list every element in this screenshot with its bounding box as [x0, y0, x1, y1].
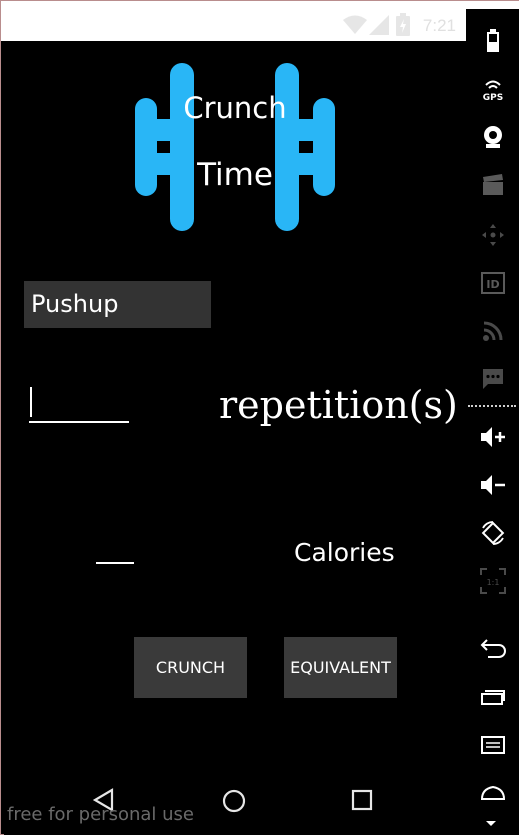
repetitions-input[interactable] [29, 385, 129, 423]
sidebar-scroll-indicator[interactable] [486, 821, 496, 826]
text-cursor [30, 387, 32, 417]
calories-label: Calories [294, 538, 395, 567]
device-id-button[interactable]: ID [466, 263, 519, 303]
back-arrow-icon [480, 639, 506, 658]
id-label: ID [486, 278, 499, 291]
scale-icon: 1:1 [479, 568, 506, 594]
dpad-button[interactable] [466, 215, 519, 255]
battery-icon [396, 13, 410, 36]
emulator-home-button[interactable] [466, 773, 519, 813]
sidebar-divider [468, 405, 516, 407]
sms-button[interactable] [466, 359, 519, 399]
home-shape-icon [480, 785, 505, 800]
wifi-icon [343, 15, 367, 34]
emulator-back-button[interactable] [466, 629, 519, 669]
volume-up-button[interactable] [466, 417, 519, 457]
emulator-sidebar: GPS ID 1:1 [466, 9, 519, 835]
logo-line2: Time [196, 157, 273, 193]
network-button[interactable] [466, 311, 519, 351]
logo-line1: Crunch [183, 91, 286, 125]
status-time: 7:21 [422, 16, 456, 35]
emulator-recents-button[interactable] [466, 677, 519, 717]
recents-icon[interactable] [351, 789, 375, 813]
rotate-icon [481, 521, 504, 545]
app-screen: Crunch Time Pushup repetition(s) Calorie… [4, 41, 466, 779]
exercise-spinner[interactable]: Pushup [24, 281, 211, 328]
watermark-text: free for personal use [7, 804, 194, 825]
dpad-icon [481, 224, 504, 246]
recents-icon [480, 690, 505, 705]
status-bar: 7:21 [1, 9, 466, 41]
home-icon[interactable] [221, 788, 247, 814]
scale-label: 1:1 [486, 578, 499, 587]
volume-down-button[interactable] [466, 465, 519, 505]
gps-button[interactable]: GPS [466, 69, 519, 109]
clapperboard-icon [482, 174, 503, 195]
crunch-time-logo: Crunch Time [135, 63, 335, 231]
menu-icon [480, 736, 505, 754]
screenrecord-button[interactable] [466, 165, 519, 205]
camera-button[interactable] [466, 117, 519, 157]
window-top-strip [1, 1, 519, 9]
id-icon: ID [480, 272, 505, 294]
emulator-frame: 7:21 Crunch Time Pushup repetition(s) Ca… [0, 0, 519, 835]
repetitions-label: repetition(s) [219, 383, 458, 427]
volume-down-icon [480, 475, 505, 495]
emulator-menu-button[interactable] [466, 725, 519, 765]
camera-icon [483, 126, 502, 148]
volume-up-icon [480, 427, 505, 447]
battery-icon [486, 29, 499, 52]
calories-input[interactable] [96, 553, 134, 564]
crunch-button[interactable]: CRUNCH [134, 637, 247, 698]
gps-icon: GPS [482, 80, 503, 102]
scale-button[interactable]: 1:1 [466, 561, 519, 601]
power-button[interactable] [466, 21, 519, 61]
sms-icon [482, 369, 503, 389]
gps-label: GPS [482, 93, 502, 102]
rotate-button[interactable] [466, 513, 519, 553]
signal-icon [369, 15, 389, 35]
rss-icon [482, 321, 502, 341]
equivalent-button[interactable]: EQUIVALENT [284, 637, 397, 698]
